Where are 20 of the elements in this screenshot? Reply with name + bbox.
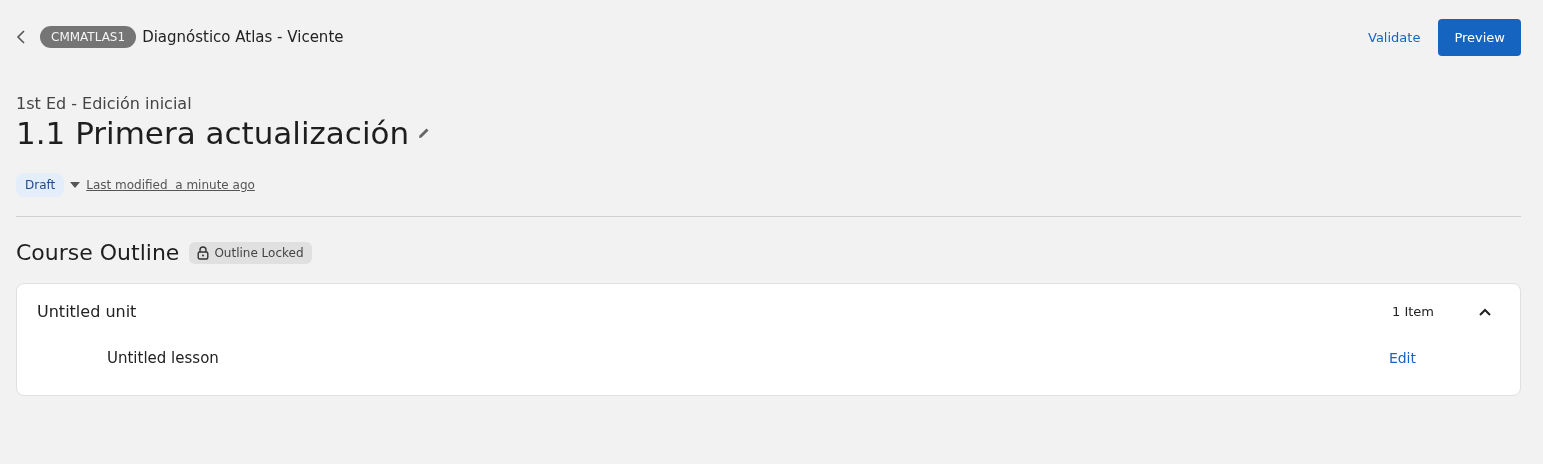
course-code-badge: CMMATLAS1 bbox=[40, 26, 137, 48]
dropdown-icon[interactable] bbox=[70, 182, 81, 188]
back-icon[interactable] bbox=[16, 30, 26, 44]
validate-link[interactable]: Validate bbox=[1368, 29, 1421, 45]
lesson-name: Untitled lesson bbox=[107, 349, 220, 367]
preview-button[interactable]: Preview bbox=[1438, 18, 1521, 56]
last-modified-link[interactable]: Last modified a minute ago bbox=[86, 178, 255, 192]
page-title: 1.1 Primera actualización bbox=[16, 115, 410, 151]
item-count: 1 Item bbox=[1392, 304, 1434, 319]
lock-icon bbox=[197, 245, 210, 260]
chevron-up-icon bbox=[1478, 306, 1492, 317]
edit-link[interactable]: Edit bbox=[1388, 350, 1416, 366]
status-chip: Draft bbox=[16, 173, 65, 197]
lock-label: Outline Locked bbox=[214, 245, 304, 260]
course-name: Diagnóstico Atlas - Vicente bbox=[142, 28, 344, 46]
collapse-toggle[interactable] bbox=[1478, 306, 1492, 317]
section-title: Course Outline bbox=[16, 240, 180, 265]
unit-name: Untitled unit bbox=[37, 302, 138, 321]
edition-label: 1st Ed - Edición inicial bbox=[16, 94, 192, 113]
pencil-icon[interactable] bbox=[417, 126, 432, 140]
